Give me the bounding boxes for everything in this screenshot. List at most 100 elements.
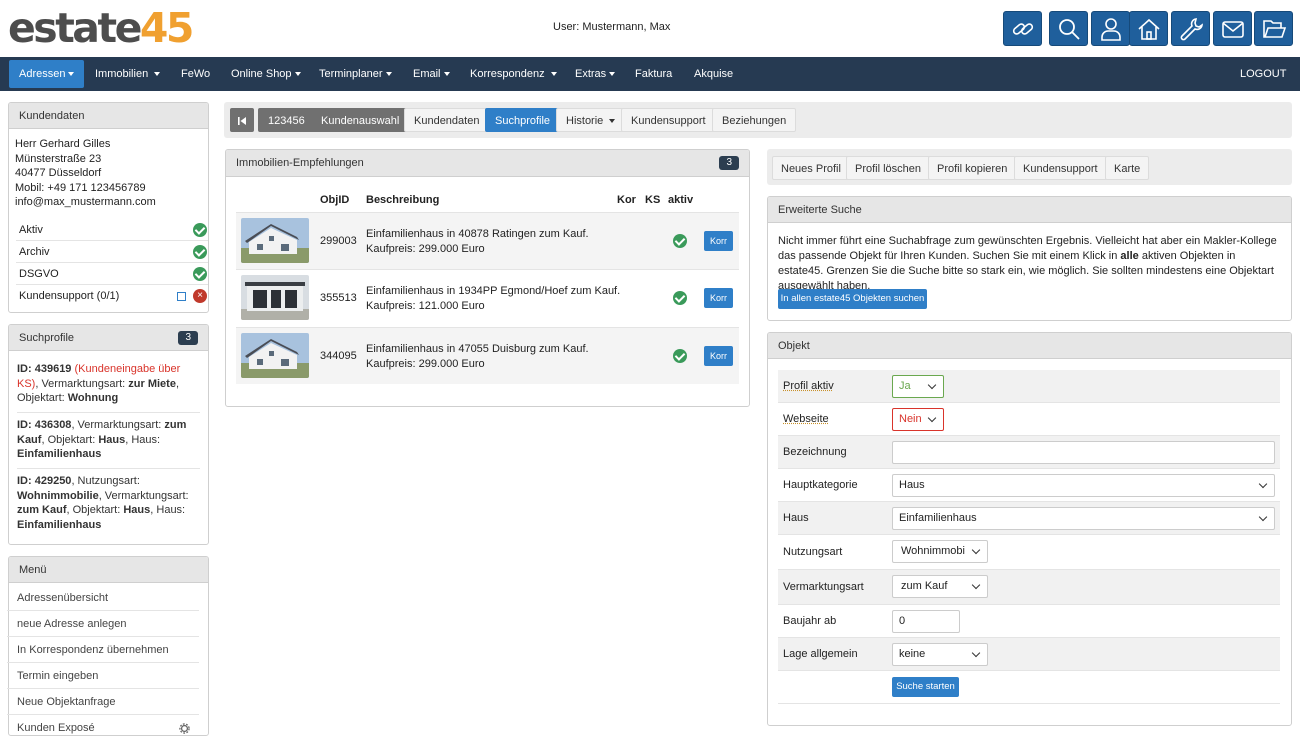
field-lage: Lage allgemein keine — [778, 638, 1280, 671]
status-label: Archiv — [19, 246, 50, 258]
links-button[interactable] — [1003, 11, 1042, 46]
home-button[interactable] — [1129, 11, 1168, 46]
suchprofil-text: , Vermarktungsart: — [71, 419, 164, 431]
tab-kundensupport[interactable]: Kundensupport — [621, 108, 716, 132]
korr-button[interactable]: Korr — [704, 231, 733, 251]
status-aktiv: Aktiv — [16, 219, 208, 241]
suchprofil-value: Haus — [98, 434, 125, 446]
table-row[interactable]: 299003 Einfamilienhaus in 40878 Ratingen… — [236, 212, 739, 269]
external-link-icon[interactable] — [177, 292, 186, 301]
logout-link[interactable]: LOGOUT — [1230, 60, 1296, 88]
row-objid: 355513 — [320, 292, 357, 304]
korr-button[interactable]: Korr — [704, 288, 733, 308]
property-thumbnail[interactable] — [241, 275, 309, 320]
suchprofil-text: , Objektart: — [41, 434, 98, 446]
chevron-down-icon — [1259, 480, 1267, 488]
chevron-down-icon — [928, 381, 936, 389]
field-actions: Suche starten — [778, 671, 1280, 704]
field-label: Nutzungsart — [783, 546, 842, 558]
nav-fewo[interactable]: FeWo — [171, 60, 220, 88]
wrench-icon — [1178, 16, 1204, 42]
nav-label: FeWo — [181, 68, 210, 80]
customer-street: Münsterstraße 23 — [15, 152, 156, 167]
caret-down-icon — [444, 72, 450, 76]
suchprofil-item[interactable]: ID: 429250, Nutzungsart: Wohnimmobilie, … — [17, 474, 200, 532]
tab-kundenauswahl[interactable]: Kundenauswahl — [311, 108, 409, 132]
nav-terminplaner[interactable]: Terminplaner — [309, 60, 402, 88]
caret-down-icon — [386, 72, 392, 76]
tab-suchprofile[interactable]: Suchprofile — [485, 108, 560, 132]
menu-adressenuebersicht[interactable]: Adressenübersicht — [7, 585, 199, 611]
mail-button[interactable] — [1213, 11, 1252, 46]
home-icon — [1136, 16, 1162, 42]
tools-button[interactable] — [1171, 11, 1210, 46]
nav-extras[interactable]: Extras — [565, 60, 625, 88]
estate45-logo[interactable]: estate45 — [8, 6, 192, 50]
extended-search-text: Nicht immer führt eine Suchabfrage zum g… — [778, 234, 1283, 294]
tab-beziehungen[interactable]: Beziehungen — [712, 108, 796, 132]
baujahr-input[interactable]: 0 — [892, 610, 960, 633]
row-description: Einfamilienhaus in 1934PP Egmond/Hoef zu… — [366, 284, 620, 314]
nav-email[interactable]: Email — [403, 60, 460, 88]
field-label: Baujahr ab — [783, 615, 836, 627]
field-bezeichnung: Bezeichnung — [778, 436, 1280, 469]
haus-select[interactable]: Einfamilienhaus — [892, 507, 1275, 530]
suchprofil-text: , Haus: — [150, 504, 185, 516]
suche-starten-button[interactable]: Suche starten — [892, 677, 959, 697]
customer-email[interactable]: info@max_mustermann.com — [15, 195, 156, 210]
extended-search-title: Erweiterte Suche — [768, 197, 1291, 223]
table-row[interactable]: 355513 Einfamilienhaus in 1934PP Egmond/… — [236, 269, 739, 326]
lage-select[interactable]: keine — [892, 643, 988, 666]
suchprofil-item[interactable]: ID: 436308, Vermarktungsart: zum Kauf, O… — [17, 418, 200, 462]
search-button[interactable] — [1049, 11, 1088, 46]
profil-loeschen-button[interactable]: Profil löschen — [846, 156, 930, 180]
search-all-objects-button[interactable]: In allen estate45 Objekten suchen — [778, 289, 927, 309]
karte-button[interactable]: Karte — [1105, 156, 1149, 180]
menu-korrespondenz[interactable]: In Korrespondenz übernehmen — [7, 637, 199, 663]
col-header-beschreibung: Beschreibung — [366, 194, 439, 206]
folder-button[interactable] — [1254, 11, 1293, 46]
nav-korrespondenz[interactable]: Korrespondenz — [460, 60, 567, 88]
customer-tabbar: 123456 Kundenauswahl Kundendaten Suchpro… — [224, 102, 1292, 138]
profil-kopieren-button[interactable]: Profil kopieren — [928, 156, 1016, 180]
tab-kundendaten[interactable]: Kundendaten — [404, 108, 489, 132]
customer-city: 40477 Düsseldorf — [15, 166, 156, 181]
status-label: DSGVO — [19, 268, 59, 280]
profil-aktiv-select[interactable]: Ja — [892, 375, 944, 398]
tab-customer-id[interactable]: 123456 — [258, 108, 315, 132]
user-button[interactable] — [1091, 11, 1130, 46]
nav-adressen[interactable]: Adressen — [9, 60, 84, 88]
property-thumbnail[interactable] — [241, 218, 309, 263]
recommendations-title: Immobilien-Empfehlungen 3 — [226, 150, 749, 177]
col-header-kor: Kor — [617, 194, 636, 206]
vermarktungsart-select[interactable]: zum Kauf — [892, 575, 988, 598]
field-label: Lage allgemein — [783, 648, 858, 660]
neues-profil-button[interactable]: Neues Profil — [772, 156, 850, 180]
first-page-button[interactable] — [230, 108, 254, 132]
nav-faktura[interactable]: Faktura — [625, 60, 682, 88]
nutzungsart-select[interactable]: Wohnimmobi — [892, 540, 988, 563]
bezeichnung-input[interactable] — [892, 441, 1275, 464]
suchprofil-value: Wohnimmobilie — [17, 490, 99, 502]
tab-historie[interactable]: Historie — [556, 108, 625, 132]
divider — [17, 412, 200, 413]
kundensupport-button[interactable]: Kundensupport — [1014, 156, 1107, 180]
menu-objektanfrage[interactable]: Neue Objektanfrage — [7, 689, 199, 715]
nav-online-shop[interactable]: Online Shop — [221, 60, 311, 88]
chevron-down-icon — [972, 546, 980, 554]
select-value: Wohnimmobi — [901, 545, 965, 557]
nav-immobilien[interactable]: Immobilien — [85, 60, 170, 88]
hauptkategorie-select[interactable]: Haus — [892, 474, 1275, 497]
menu-termin[interactable]: Termin eingeben — [7, 663, 199, 689]
korr-button[interactable]: Korr — [704, 346, 733, 366]
nav-akquise[interactable]: Akquise — [684, 60, 743, 88]
close-circle-icon[interactable]: × — [193, 289, 207, 303]
property-thumbnail[interactable] — [241, 333, 309, 378]
table-row[interactable]: 344095 Einfamilienhaus in 47055 Duisburg… — [236, 327, 739, 384]
suchprofil-id: ID: 436308 — [17, 419, 71, 431]
menu-kunden-expose[interactable]: Kunden Exposé — [7, 715, 199, 741]
suchprofil-item[interactable]: ID: 439619 (Kundeneingabe über KS), Verm… — [17, 362, 200, 406]
webseite-select[interactable]: Nein — [892, 408, 944, 431]
field-label: Haus — [783, 512, 809, 524]
menu-neue-adresse[interactable]: neue Adresse anlegen — [7, 611, 199, 637]
